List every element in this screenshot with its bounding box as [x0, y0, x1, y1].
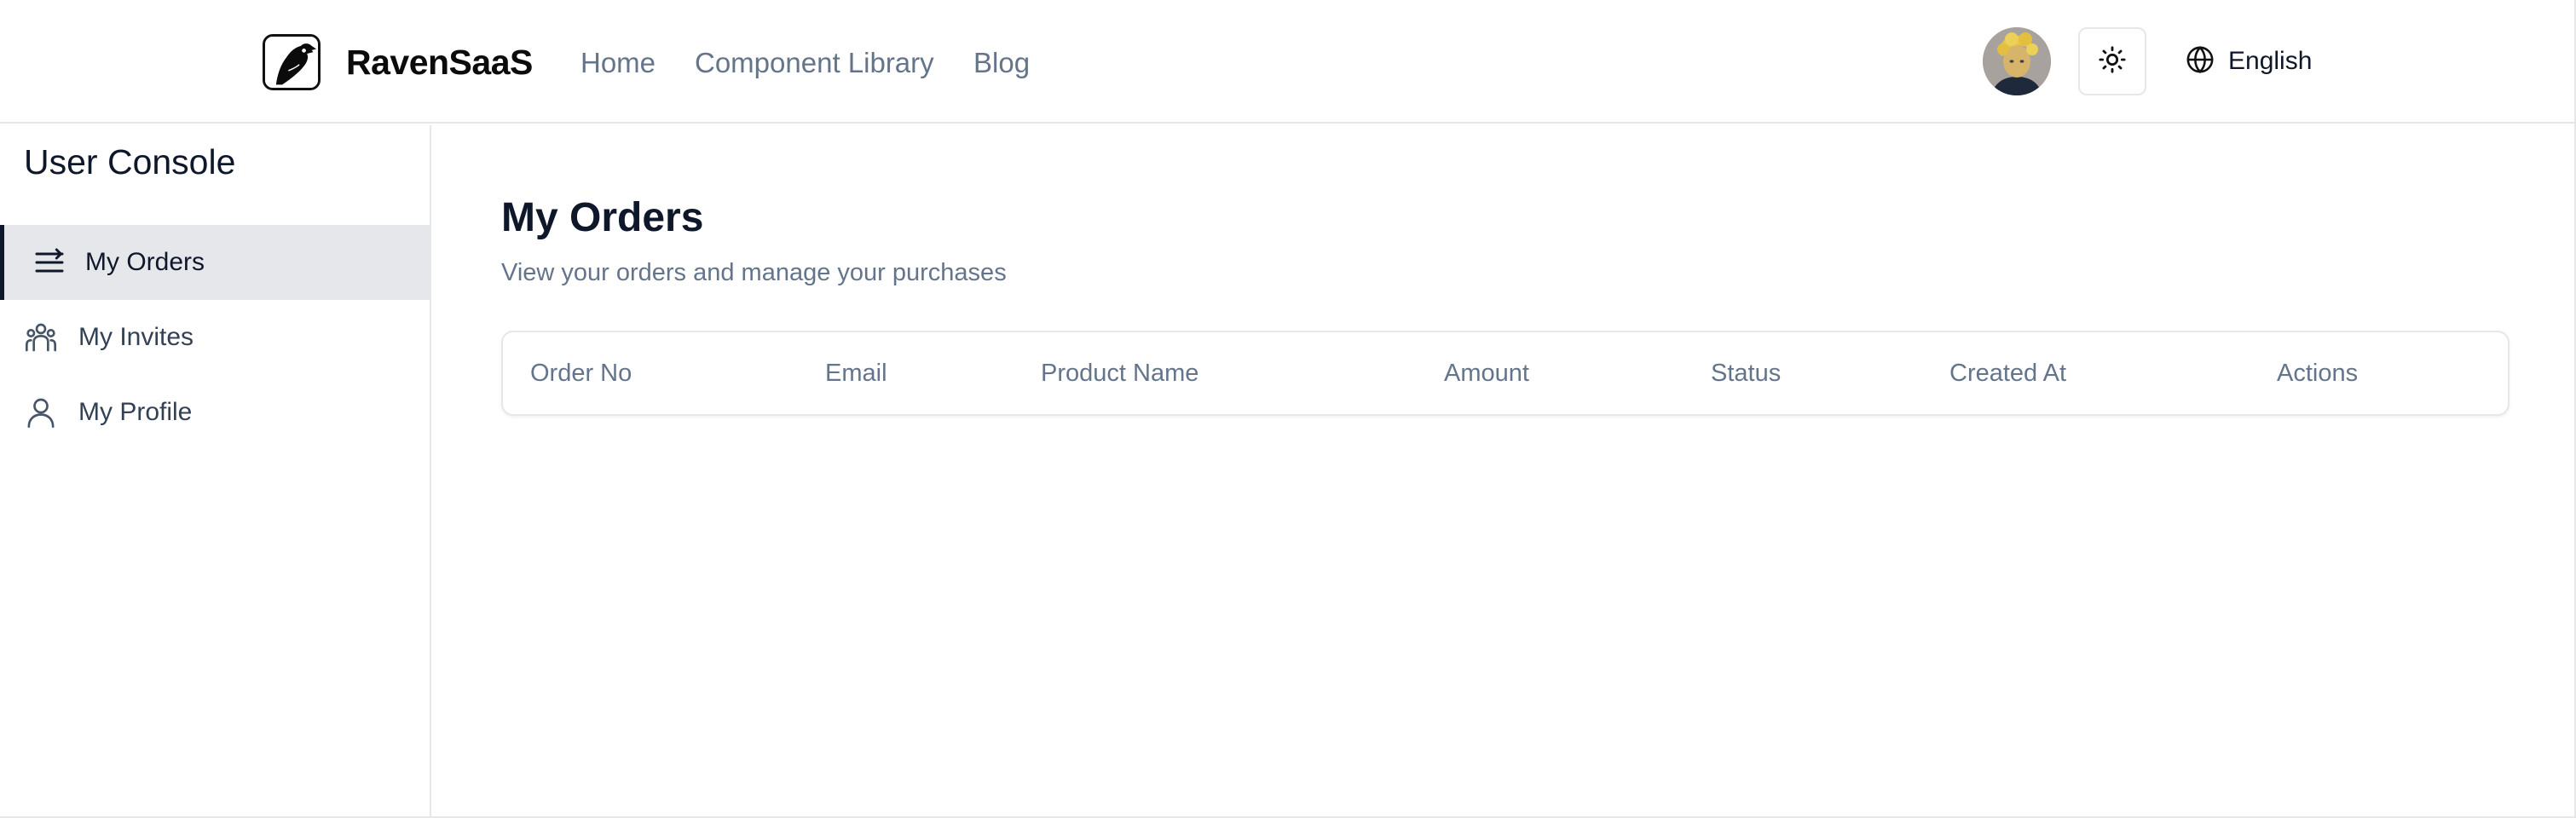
- users-icon: [24, 320, 58, 354]
- sidebar-item-label: My Orders: [85, 248, 205, 276]
- orders-table: Order No Email Product Name Amount Statu…: [501, 331, 2510, 416]
- column-header-amount: Amount: [1444, 360, 1529, 387]
- sidebar: User Console My Orders My Invites My Pro…: [0, 125, 431, 816]
- sidebar-item-my-profile[interactable]: My Profile: [0, 375, 430, 450]
- raven-logo-icon[interactable]: [263, 34, 321, 90]
- brand-name[interactable]: RavenSaaS: [346, 41, 533, 84]
- column-header-actions: Actions: [2277, 360, 2359, 387]
- list-icon: [32, 245, 66, 279]
- user-avatar[interactable]: [1983, 27, 2051, 95]
- sun-icon: [2098, 45, 2127, 78]
- theme-toggle-button[interactable]: [2078, 27, 2146, 95]
- language-selector[interactable]: English: [2186, 43, 2312, 80]
- column-header-order-no: Order No: [530, 360, 632, 387]
- user-icon: [24, 395, 58, 429]
- page: RavenSaaS Home Component Library Blog En…: [0, 0, 2576, 818]
- nav-home-link[interactable]: Home: [580, 44, 656, 82]
- language-label: English: [2228, 47, 2313, 75]
- top-header: RavenSaaS Home Component Library Blog En…: [0, 0, 2574, 124]
- column-header-email: Email: [825, 360, 887, 387]
- column-header-status: Status: [1711, 360, 1782, 387]
- column-header-created-at: Created At: [1949, 360, 2067, 387]
- sidebar-item-label: My Profile: [78, 398, 193, 426]
- sidebar-item-label: My Invites: [78, 323, 194, 351]
- page-title: My Orders: [501, 195, 704, 240]
- column-header-product-name: Product Name: [1041, 360, 1199, 387]
- nav-component-library-link[interactable]: Component Library: [695, 44, 934, 82]
- sidebar-title: User Console: [24, 142, 236, 181]
- sidebar-item-my-invites[interactable]: My Invites: [0, 300, 430, 375]
- page-subtitle: View your orders and manage your purchas…: [501, 259, 1007, 286]
- globe-icon: [2186, 45, 2215, 78]
- nav-blog-link[interactable]: Blog: [973, 44, 1030, 82]
- sidebar-item-my-orders[interactable]: My Orders: [0, 225, 430, 300]
